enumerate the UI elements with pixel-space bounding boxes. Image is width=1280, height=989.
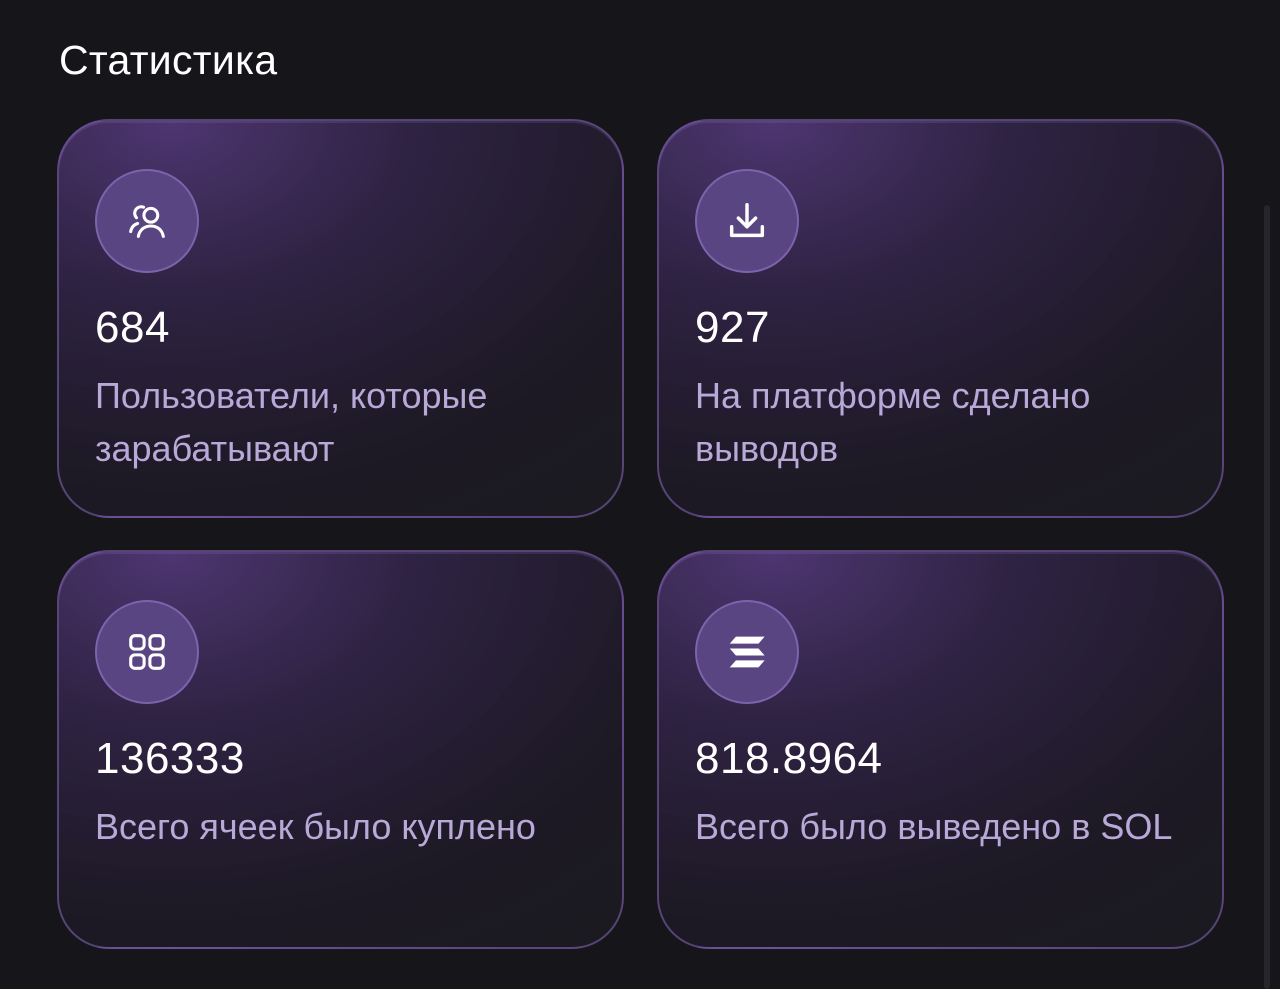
stat-card-users: 684 Пользователи, которые зарабатывают <box>57 119 624 518</box>
stat-card-withdrawals: 927 На платформе сделано выводов <box>657 119 1224 518</box>
scrollbar[interactable] <box>1264 205 1270 989</box>
stat-label: Всего было выведено в SOL <box>695 806 1173 847</box>
page-title: Статистика <box>59 37 278 83</box>
download-icon <box>695 169 799 273</box>
stats-grid: 684 Пользователи, которые зарабатывают 9… <box>57 119 1224 949</box>
stat-card-sol: 818.8964 Всего было выведено в SOL <box>657 550 1224 949</box>
stat-label: Всего ячеек было куплено <box>95 806 536 847</box>
solana-icon <box>695 600 799 704</box>
users-icon <box>95 169 199 273</box>
stat-card-cells: 136333 Всего ячеек было куплено <box>57 550 624 949</box>
stat-value: 927 <box>695 303 770 352</box>
statistics-page: Статистика 684 Пользователи, которые зар… <box>0 0 1280 989</box>
stat-label: На платформе сделано выводов <box>695 375 1091 469</box>
stat-value: 818.8964 <box>695 734 883 783</box>
grid-icon <box>95 600 199 704</box>
stat-label: Пользователи, которые зарабатывают <box>95 375 488 469</box>
stat-value: 684 <box>95 303 170 352</box>
stat-value: 136333 <box>95 734 245 783</box>
